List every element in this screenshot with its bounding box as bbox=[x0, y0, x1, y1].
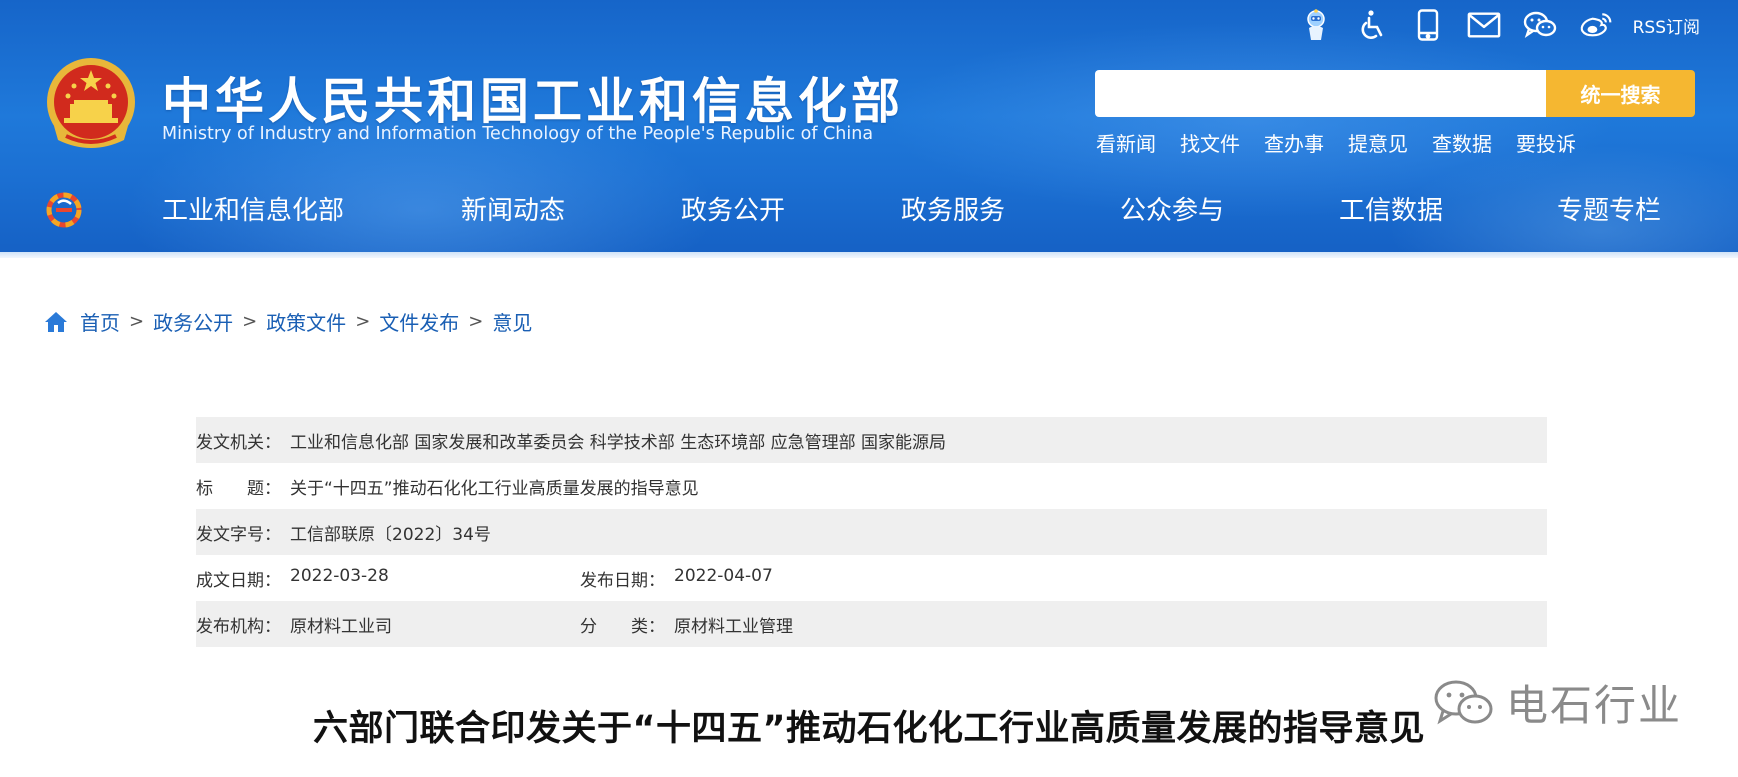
document-meta-table: 发文机关： 工业和信息化部 国家发展和改革委员会 科学技术部 生态环境部 应急管… bbox=[196, 417, 1547, 647]
publish-date-cell: 发布日期： 2022-04-07 bbox=[580, 566, 964, 591]
doc-number-value: 工信部联原〔2022〕34号 bbox=[290, 524, 491, 545]
search-input[interactable] bbox=[1095, 70, 1546, 117]
publisher-cell: 发布机构： 原材料工业司 bbox=[196, 612, 580, 637]
publish-date-value: 2022-04-07 bbox=[674, 565, 773, 586]
publisher-label: 发布机构： bbox=[196, 616, 281, 637]
breadcrumb-separator: > bbox=[129, 311, 145, 332]
site-title-en: Ministry of Industry and Information Tec… bbox=[162, 124, 874, 144]
nav-item-public-participation[interactable]: 公众参与 bbox=[1120, 190, 1224, 227]
quick-link-suggestions[interactable]: 提意见 bbox=[1348, 128, 1408, 157]
article-title: 六部门联合印发关于“十四五”推动石化化工行业高质量发展的指导意见 bbox=[312, 709, 1425, 749]
quick-link-news[interactable]: 看新闻 bbox=[1096, 128, 1156, 157]
written-date-value: 2022-03-28 bbox=[290, 565, 389, 586]
breadcrumb-doc-release[interactable]: 文件发布 bbox=[379, 307, 459, 336]
header-bottom-divider bbox=[0, 252, 1738, 258]
publisher-value: 原材料工业司 bbox=[290, 616, 392, 637]
top-utility-bar: RSS订阅 bbox=[1299, 8, 1700, 42]
mail-icon[interactable] bbox=[1467, 8, 1501, 42]
home-icon[interactable] bbox=[44, 311, 68, 333]
issuer-label: 发文机关： bbox=[196, 432, 281, 453]
title-value: 关于“十四五”推动石化化工行业高质量发展的指导意见 bbox=[290, 478, 699, 499]
accessibility-icon[interactable] bbox=[1355, 8, 1389, 42]
nav-item-special-topics[interactable]: 专题专栏 bbox=[1557, 190, 1661, 227]
site-title-cn: 中华人民共和国工业和信息化部 bbox=[162, 73, 905, 130]
category-cell: 分 类： 原材料工业管理 bbox=[580, 612, 964, 637]
breadcrumb-gov-affairs[interactable]: 政务公开 bbox=[153, 307, 233, 336]
search-bar: 统一搜索 bbox=[1095, 70, 1695, 117]
issuer-value: 工业和信息化部 国家发展和改革委员会 科学技术部 生态环境部 应急管理部 国家能… bbox=[290, 432, 947, 453]
quick-links: 看新闻 找文件 查办事 提意见 查数据 要投诉 bbox=[1096, 128, 1576, 157]
quick-link-services[interactable]: 查办事 bbox=[1264, 128, 1324, 157]
breadcrumb-home[interactable]: 首页 bbox=[80, 307, 120, 336]
nav-item-miit[interactable]: 工业和信息化部 bbox=[162, 190, 344, 227]
weibo-icon[interactable] bbox=[1579, 8, 1613, 42]
meta-row-doc-number: 发文字号： 工信部联原〔2022〕34号 bbox=[196, 509, 1547, 555]
rss-subscribe-link[interactable]: RSS订阅 bbox=[1633, 13, 1700, 38]
nav-item-miit-data[interactable]: 工信数据 bbox=[1339, 190, 1443, 227]
breadcrumb: 首页 > 政务公开 > 政策文件 > 文件发布 > 意见 bbox=[44, 307, 532, 336]
meta-row-dates: 成文日期： 2022-03-28 发布日期： 2022-04-07 bbox=[196, 555, 1547, 601]
publish-date-label: 发布日期： bbox=[580, 570, 665, 591]
main-navigation: 工业和信息化部 新闻动态 政务公开 政务服务 公众参与 工信数据 专题专栏 bbox=[0, 190, 1738, 234]
category-label: 分 类： bbox=[580, 616, 665, 637]
title-label: 标 题： bbox=[196, 478, 281, 499]
meta-row-issuer: 发文机关： 工业和信息化部 国家发展和改革委员会 科学技术部 生态环境部 应急管… bbox=[196, 417, 1547, 463]
breadcrumb-separator: > bbox=[355, 311, 371, 332]
nav-item-gov-services[interactable]: 政务服务 bbox=[901, 190, 1005, 227]
category-value: 原材料工业管理 bbox=[674, 616, 793, 637]
meta-row-title: 标 题： 关于“十四五”推动石化化工行业高质量发展的指导意见 bbox=[196, 463, 1547, 509]
robot-assistant-icon[interactable] bbox=[1299, 8, 1333, 42]
national-emblem-logo bbox=[44, 56, 138, 156]
quick-link-complaints[interactable]: 要投诉 bbox=[1516, 128, 1576, 157]
nav-item-gov-affairs[interactable]: 政务公开 bbox=[681, 190, 785, 227]
meta-row-publisher: 发布机构： 原材料工业司 分 类： 原材料工业管理 bbox=[196, 601, 1547, 647]
breadcrumb-separator: > bbox=[242, 311, 258, 332]
doc-number-label: 发文字号： bbox=[196, 524, 281, 545]
quick-link-data[interactable]: 查数据 bbox=[1432, 128, 1492, 157]
mobile-icon[interactable] bbox=[1411, 8, 1445, 42]
site-header: RSS订阅 中华人民共和国工业和信息化部 Ministry of Industr… bbox=[0, 0, 1738, 258]
nav-item-news[interactable]: 新闻动态 bbox=[461, 190, 565, 227]
unified-search-button[interactable]: 统一搜索 bbox=[1546, 70, 1695, 117]
written-date-cell: 成文日期： 2022-03-28 bbox=[196, 566, 580, 591]
breadcrumb-opinions[interactable]: 意见 bbox=[492, 307, 532, 336]
quick-link-files[interactable]: 找文件 bbox=[1180, 128, 1240, 157]
wechat-icon[interactable] bbox=[1523, 8, 1557, 42]
breadcrumb-separator: > bbox=[468, 311, 484, 332]
breadcrumb-policy-docs[interactable]: 政策文件 bbox=[266, 307, 346, 336]
written-date-label: 成文日期： bbox=[196, 570, 281, 591]
